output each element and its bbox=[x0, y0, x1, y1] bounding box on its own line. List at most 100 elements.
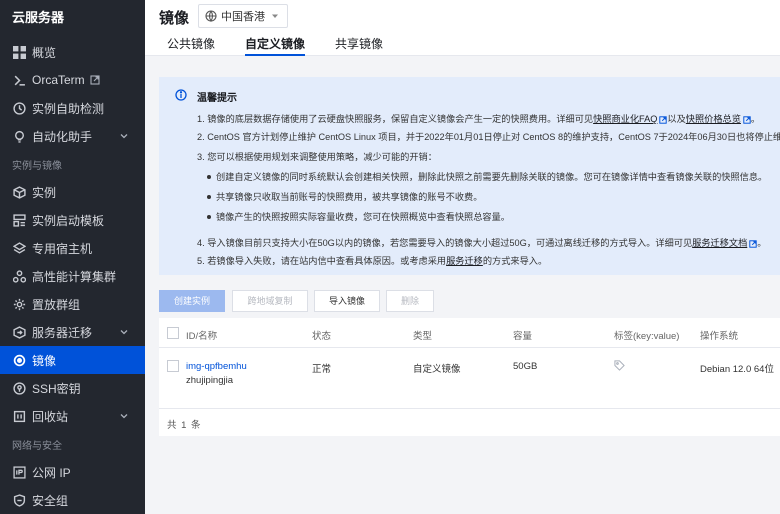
terminal-icon bbox=[12, 73, 26, 87]
gear-icon bbox=[12, 297, 26, 311]
sidebar-item-label: 概览 bbox=[32, 45, 57, 60]
column-header-size: 容量 bbox=[513, 331, 533, 342]
migration-doc-link[interactable]: 服务迁移文档 bbox=[692, 238, 747, 248]
ip-icon bbox=[12, 465, 26, 479]
tab-shared-images[interactable]: 共享镜像 bbox=[335, 35, 383, 56]
column-header-id: ID/名称 bbox=[186, 331, 218, 342]
image-icon bbox=[12, 353, 26, 367]
create-instance-button[interactable]: 创建实例 bbox=[159, 290, 225, 312]
layers-icon bbox=[12, 241, 26, 255]
os-text: Debian 12.0 64位 bbox=[700, 364, 774, 375]
bullet-dot bbox=[207, 194, 211, 199]
page-header: 镜像 中国香港 公共镜像 自定义镜像 共享镜像 bbox=[145, 0, 780, 56]
sidebar-item-label: 安全组 bbox=[32, 493, 69, 508]
shield-icon bbox=[12, 493, 26, 507]
migrate-icon bbox=[12, 325, 26, 339]
external-link-icon bbox=[743, 115, 751, 124]
sidebar-item-security-group[interactable]: 安全组 bbox=[0, 486, 145, 514]
notice-line-2: 2. CentOS 官方计划停止维护 CentOS Linux 项目，并于202… bbox=[197, 132, 780, 142]
sidebar: 云服务器 概览 OrcaTerm 实例自助检测 自动化助手 实例与镜像 实例 实… bbox=[0, 0, 145, 514]
chevron-down-icon bbox=[120, 414, 128, 419]
image-id-link[interactable]: img-qpfbemhu bbox=[186, 361, 247, 372]
sidebar-item-ssh-keys[interactable]: SSH密钥 bbox=[0, 374, 145, 402]
sidebar-item-server-migration[interactable]: 服务器迁移 bbox=[0, 318, 145, 346]
image-name: zhujipingjia bbox=[186, 375, 234, 386]
chevron-down-icon bbox=[120, 134, 128, 139]
column-header-tags: 标签(key:value) bbox=[614, 331, 680, 342]
page-title: 镜像 bbox=[159, 10, 190, 27]
sidebar-item-public-ip[interactable]: 公网 IP bbox=[0, 458, 145, 486]
trash-icon bbox=[12, 409, 26, 423]
sidebar-item-dedicated-host[interactable]: 专用宿主机 bbox=[0, 234, 145, 262]
sidebar-item-placement-group[interactable]: 置放群组 bbox=[0, 290, 145, 318]
sidebar-item-launch-template[interactable]: 实例启动模板 bbox=[0, 206, 145, 234]
sidebar-item-label: 实例 bbox=[32, 185, 57, 200]
sidebar-item-label: 高性能计算集群 bbox=[32, 269, 117, 284]
sidebar-item-instances[interactable]: 实例 bbox=[0, 178, 145, 206]
notice-line-1: 1. 镜像的底层数据存储使用了云硬盘快照服务，保留自定义镜像会产生一定的快照费用… bbox=[197, 111, 760, 125]
status-text: 正常 bbox=[312, 364, 332, 375]
notice-text: 的方式来导入。 bbox=[482, 256, 548, 266]
size-text: 50GB bbox=[513, 361, 538, 372]
chevron-down-icon bbox=[120, 330, 128, 335]
notice-line-3: 3. 您可以根据使用规划来调整使用策略，减少可能的开销： bbox=[197, 152, 437, 162]
sidebar-item-label: 公网 IP bbox=[32, 465, 71, 480]
caret-down-icon bbox=[272, 14, 278, 18]
external-link-icon bbox=[90, 75, 100, 85]
region-selector[interactable]: 中国香港 bbox=[198, 4, 288, 28]
sidebar-item-hpc-cluster[interactable]: 高性能计算集群 bbox=[0, 262, 145, 290]
total-count: 共 1 条 bbox=[167, 420, 202, 431]
notice-text: 以及 bbox=[667, 114, 686, 124]
snapshot-faq-link[interactable]: 快照商业化FAQ bbox=[593, 114, 657, 124]
notice-panel: 温馨提示 1. 镜像的底层数据存储使用了云硬盘快照服务，保留自定义镜像会产生一定… bbox=[159, 77, 780, 275]
table-header: ID/名称 状态 类型 容量 标签(key:value) 操作系统 bbox=[159, 318, 780, 348]
sidebar-item-label: 服务器迁移 bbox=[32, 325, 93, 340]
snapshot-price-link[interactable]: 快照价格总览 bbox=[686, 114, 741, 124]
bullet-dot bbox=[207, 174, 211, 179]
server-migration-link[interactable]: 服务迁移 bbox=[446, 256, 483, 266]
column-header-status: 状态 bbox=[312, 331, 332, 342]
import-image-button[interactable]: 导入镜像 bbox=[314, 290, 380, 312]
notice-text: 创建自定义镜像的同时系统默认会创建相关快照，删除此快照之前需要先删除关联的镜像。… bbox=[216, 172, 768, 182]
sidebar-item-overview[interactable]: 概览 bbox=[0, 38, 145, 66]
sidebar-item-orcaterm[interactable]: OrcaTerm bbox=[0, 66, 145, 94]
cube-icon bbox=[12, 185, 26, 199]
cross-region-copy-button[interactable]: 跨地域复制 bbox=[232, 290, 308, 312]
grid-icon bbox=[12, 45, 26, 59]
notice-text: 。 bbox=[750, 114, 761, 124]
tab-public-images[interactable]: 公共镜像 bbox=[167, 35, 215, 56]
notice-text: 。 bbox=[757, 238, 767, 248]
clock-icon bbox=[12, 101, 26, 115]
notice-line-5: 5. 若镜像导入失败，请在站内信中查看具体原因。或考虑采用服务迁移的方式来导入。 bbox=[197, 253, 547, 267]
row-checkbox[interactable] bbox=[167, 360, 179, 372]
column-header-type: 类型 bbox=[413, 331, 433, 342]
sidebar-item-automation[interactable]: 自动化助手 bbox=[0, 122, 145, 150]
notice-bullet-3: 镜像产生的快照按照实际容量收费，您可在快照概览中查看快照总容量。 bbox=[207, 209, 510, 223]
section-label-instances: 实例与镜像 bbox=[12, 161, 62, 172]
notice-text: 4. 导入镜像目前只支持大小在50G以内的镜像，若您需要导入的镜像大小超过50G… bbox=[197, 238, 693, 248]
sidebar-item-images[interactable]: 镜像 bbox=[0, 346, 145, 374]
region-label: 中国香港 bbox=[221, 11, 265, 23]
tab-custom-images[interactable]: 自定义镜像 bbox=[245, 35, 306, 56]
notice-text: 1. 镜像的底层数据存储使用了云硬盘快照服务，保留自定义镜像会产生一定的快照费用… bbox=[197, 114, 594, 124]
globe-icon bbox=[205, 10, 217, 22]
column-header-os: 操作系统 bbox=[700, 331, 739, 342]
sidebar-item-label: 专用宿主机 bbox=[32, 241, 93, 256]
section-label-network: 网络与安全 bbox=[12, 441, 62, 452]
sidebar-item-self-check[interactable]: 实例自助检测 bbox=[0, 94, 145, 122]
notice-line-4: 4. 导入镜像目前只支持大小在50G以内的镜像，若您需要导入的镜像大小超过50G… bbox=[197, 235, 766, 249]
sidebar-item-label: SSH密钥 bbox=[32, 381, 81, 396]
delete-button[interactable]: 删除 bbox=[386, 290, 434, 312]
template-icon bbox=[12, 213, 26, 227]
cluster-icon bbox=[12, 269, 26, 283]
image-table: ID/名称 状态 类型 容量 标签(key:value) 操作系统 img-qp… bbox=[159, 318, 780, 436]
sidebar-item-label: OrcaTerm bbox=[32, 73, 85, 87]
sidebar-item-label: 自动化助手 bbox=[32, 129, 93, 144]
sidebar-item-recycle-bin[interactable]: 回收站 bbox=[0, 402, 145, 430]
sidebar-item-label: 镜像 bbox=[32, 353, 57, 368]
sidebar-item-label: 回收站 bbox=[32, 409, 69, 424]
tag-icon-wrap[interactable] bbox=[614, 360, 625, 374]
notice-text: 共享镜像只收取当前账号的快照费用，被共享镜像的账号不收费。 bbox=[216, 192, 483, 202]
select-all-checkbox[interactable] bbox=[167, 327, 179, 339]
notice-text: 5. 若镜像导入失败，请在站内信中查看具体原因。或考虑采用 bbox=[197, 256, 447, 266]
